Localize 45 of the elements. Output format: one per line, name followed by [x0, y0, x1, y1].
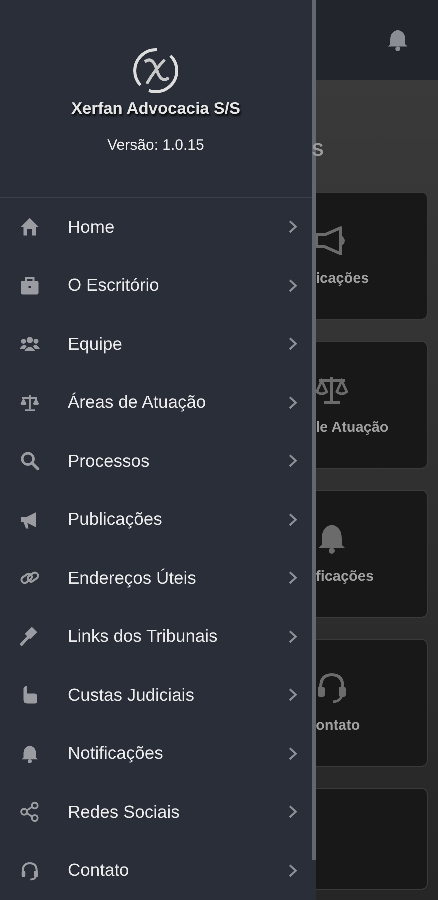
section-title: S [312, 140, 326, 162]
company-name: Xerfan Advocacia S/S [71, 100, 241, 119]
version-label: Versão: 1.0.15 [108, 137, 204, 154]
chevron-icon [288, 396, 298, 410]
scale-icon [316, 374, 348, 406]
menu-item[interactable]: Equipe [0, 315, 312, 374]
menu-item[interactable]: Áreas de Atuação [0, 374, 312, 432]
briefcase-icon [20, 276, 40, 296]
chevron-icon [288, 571, 298, 586]
menu-item[interactable]: Notificações [0, 724, 312, 783]
menu-item[interactable]: Processos [0, 432, 312, 490]
chevron-icon [288, 805, 298, 820]
bell-icon[interactable] [386, 28, 410, 52]
menu-item[interactable]: Custas Judiciais [0, 666, 312, 724]
chevron-icon [288, 454, 298, 468]
scale-icon [20, 392, 40, 413]
headset-icon [316, 672, 348, 704]
menu-item[interactable]: Contato [0, 842, 312, 900]
logo-icon [131, 46, 181, 96]
megaphone-icon [316, 225, 348, 257]
menu-card[interactable]: icações [316, 192, 428, 320]
menu-item[interactable]: Home [0, 198, 312, 256]
menu-item[interactable]: Links dos Tribunais [0, 608, 312, 666]
chevron-icon [288, 512, 298, 527]
chevron-icon [288, 864, 298, 878]
chevron-icon [288, 337, 298, 352]
menu-item[interactable]: Publicações [0, 490, 312, 549]
home-icon [20, 217, 40, 238]
share-icon [20, 802, 40, 822]
chevron-icon [288, 220, 298, 234]
menu-card[interactable]: ontato [316, 639, 428, 767]
search-icon [20, 451, 40, 472]
people-icon [20, 334, 40, 354]
headset-icon [20, 860, 40, 881]
chevron-icon [288, 746, 298, 761]
menu-card[interactable]: le Atuação [316, 341, 428, 469]
menu-card[interactable]: ficações [316, 490, 428, 618]
gavel-icon [20, 626, 40, 647]
chevron-icon [288, 278, 298, 293]
bell-icon [20, 744, 40, 764]
menu-item[interactable]: O Escritório [0, 256, 312, 315]
menu-item[interactable]: Redes Sociais [0, 783, 312, 842]
chevron-icon [288, 688, 298, 702]
chevron-icon [288, 630, 298, 644]
menu-item[interactable]: Endereços Úteis [0, 549, 312, 608]
